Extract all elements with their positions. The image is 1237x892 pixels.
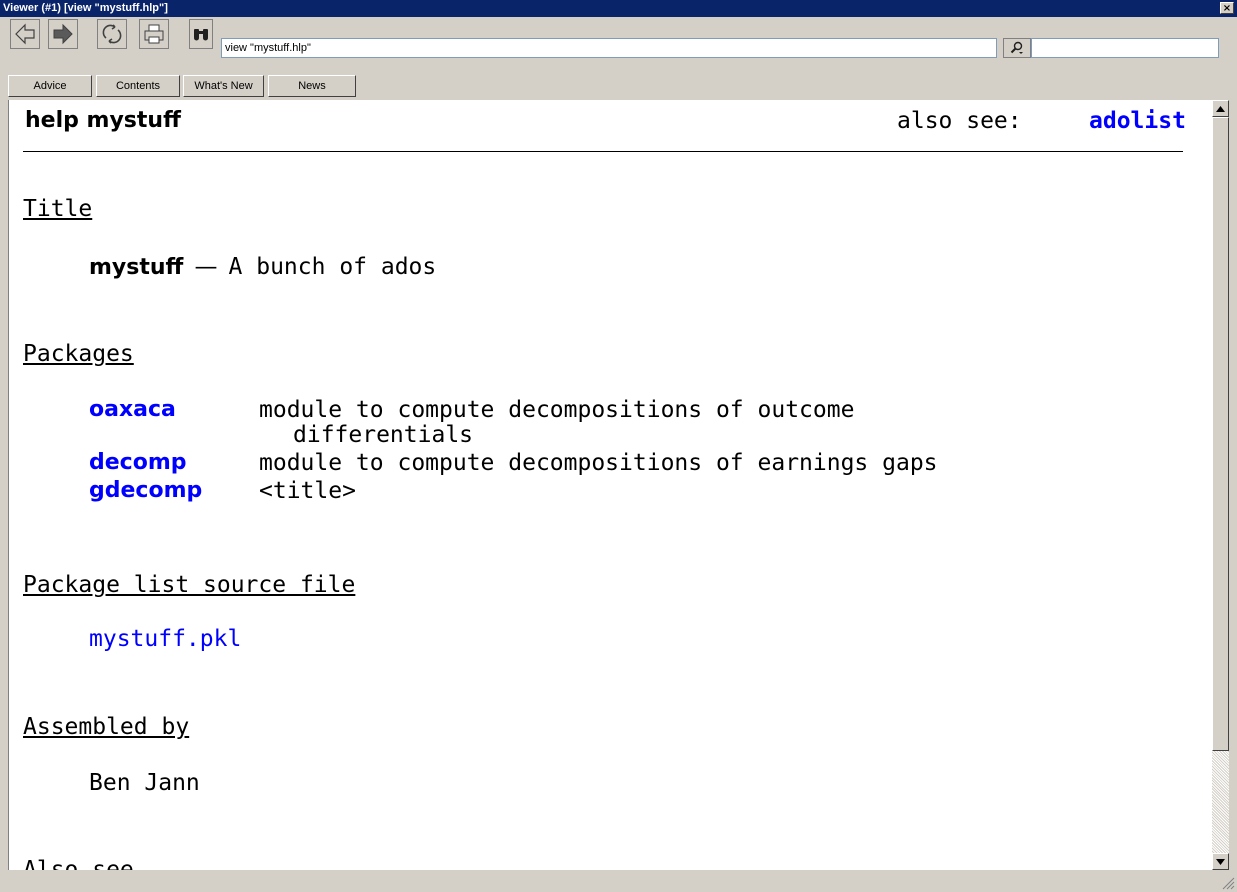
- refresh-button[interactable]: [97, 19, 127, 49]
- title-line: mystuff — A bunch of ados: [89, 254, 436, 280]
- header-rule: [23, 151, 1183, 152]
- title-bar: Viewer (#1) [view "mystuff.hlp"] ×: [0, 0, 1237, 17]
- package-description-continued: differentials: [293, 422, 474, 448]
- forward-arrow-icon: [53, 23, 73, 45]
- print-icon: [144, 24, 164, 44]
- scroll-down-arrow-icon: [1216, 858, 1225, 865]
- title-command: mystuff: [89, 255, 184, 280]
- package-link-oaxaca[interactable]: oaxaca: [89, 397, 176, 422]
- command-input[interactable]: [221, 38, 997, 58]
- contents-button[interactable]: Contents: [96, 75, 180, 97]
- package-link-gdecomp[interactable]: gdecomp: [89, 478, 202, 503]
- scroll-up-arrow-icon: [1216, 105, 1225, 112]
- find-button[interactable]: [189, 19, 213, 49]
- search-button[interactable]: [1003, 38, 1031, 58]
- packages-heading: Packages: [23, 341, 134, 367]
- news-button[interactable]: News: [268, 75, 356, 97]
- adolist-link[interactable]: adolist: [1089, 108, 1186, 134]
- package-link-decomp[interactable]: decomp: [89, 450, 187, 475]
- viewer-window: Viewer (#1) [view "mystuff.hlp"] × view …: [0, 0, 1237, 892]
- back-button[interactable]: [10, 19, 40, 49]
- search-input[interactable]: [1031, 38, 1219, 58]
- title-heading: Title: [23, 196, 93, 222]
- help-header: help mystuff: [25, 108, 181, 133]
- resize-grip-icon[interactable]: [1222, 877, 1235, 890]
- scroll-up-button[interactable]: [1212, 100, 1229, 117]
- toolbar: [0, 17, 1237, 71]
- package-description: module to compute decompositions of outc…: [259, 397, 855, 423]
- advice-button[interactable]: Advice: [8, 75, 92, 97]
- also-see-heading: Also see: [23, 857, 134, 870]
- status-bar: [0, 870, 1237, 892]
- package-description: module to compute decompositions of earn…: [259, 450, 938, 476]
- help-content: help mystuff also see: adolist Title mys…: [8, 100, 1213, 870]
- author-name: Ben Jann: [89, 770, 200, 796]
- search-magnifier-icon: [1010, 41, 1023, 54]
- forward-button[interactable]: [48, 19, 78, 49]
- link-bar: Advice Contents What's New News: [0, 74, 1237, 98]
- refresh-icon: [102, 24, 122, 44]
- assembled-by-heading: Assembled by: [23, 714, 190, 740]
- whats-new-button[interactable]: What's New: [183, 75, 264, 97]
- title-description: A bunch of ados: [228, 254, 437, 280]
- source-file-link[interactable]: mystuff.pkl: [89, 626, 241, 652]
- close-icon[interactable]: ×: [1220, 2, 1234, 14]
- em-dash: —: [194, 254, 218, 280]
- back-arrow-icon: [15, 23, 35, 45]
- scrollbar-thumb[interactable]: [1212, 117, 1229, 751]
- scroll-down-button[interactable]: [1212, 853, 1229, 870]
- print-button[interactable]: [139, 19, 169, 49]
- vertical-scrollbar[interactable]: [1212, 100, 1229, 870]
- source-file-heading: Package list source file: [23, 572, 356, 598]
- also-see-label: also see:: [897, 108, 1022, 134]
- window-title: Viewer (#1) [view "mystuff.hlp"]: [3, 2, 168, 14]
- binoculars-icon: [194, 29, 208, 41]
- package-description: <title>: [259, 478, 356, 504]
